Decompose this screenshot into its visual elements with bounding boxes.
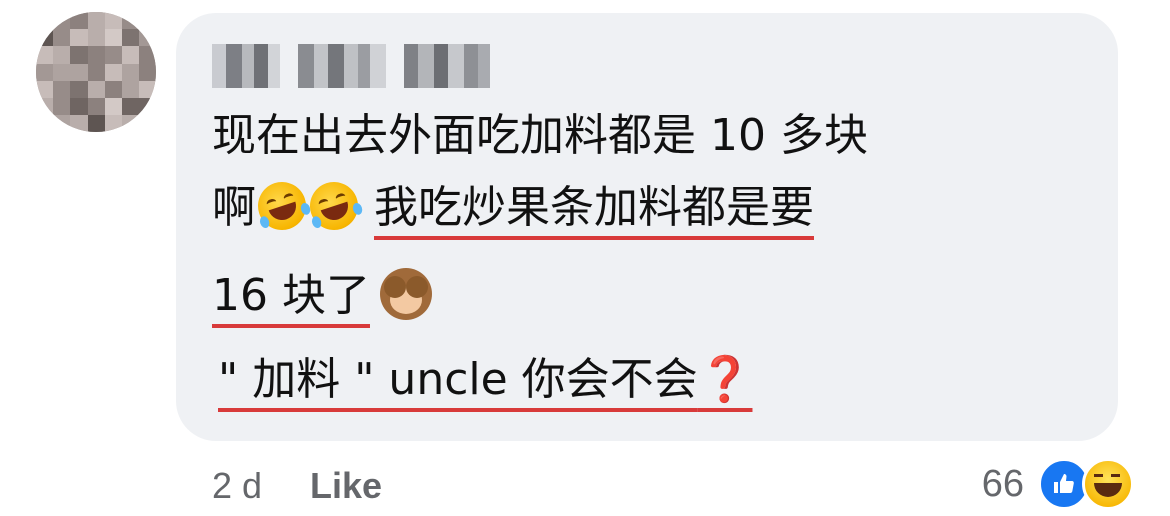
avatar-pixel (122, 98, 140, 116)
comment-line-2: 啊 我吃炒果条加料都是要 (212, 175, 814, 237)
avatar-pixel (122, 46, 140, 64)
avatar-pixel (139, 115, 156, 132)
avatar-pixel (87, 98, 105, 116)
comment-actions: 2 d Like (212, 465, 382, 507)
avatar[interactable] (36, 12, 156, 132)
avatar-pixel (53, 115, 71, 132)
avatar-pixel (122, 80, 140, 98)
blurred-name-part (404, 44, 490, 88)
avatar-pixel (104, 12, 122, 30)
avatar-pixel (139, 80, 156, 98)
author-name[interactable] (212, 44, 490, 88)
avatar-pixel (70, 46, 88, 64)
avatar-pixel (122, 12, 140, 30)
avatar-pixel (53, 46, 71, 64)
comment-text: 啊 (212, 182, 256, 233)
avatar-pixel (122, 63, 140, 81)
avatar-pixel (104, 46, 122, 64)
avatar-pixel (87, 29, 105, 47)
avatar-pixel (36, 46, 54, 64)
avatar-pixel (122, 115, 140, 132)
avatar-pixel (53, 29, 71, 47)
comment-line-3: 16 块了 (212, 268, 432, 324)
avatar-pixel (87, 80, 105, 98)
avatar-pixel (70, 98, 88, 116)
see-no-evil-monkey-icon (379, 268, 432, 320)
avatar-pixel (104, 80, 122, 98)
avatar-pixel (87, 63, 105, 81)
rolling-on-floor-laughing-icon (303, 175, 365, 237)
underlined-text: 我吃炒果条加料都是要 (374, 182, 814, 233)
blurred-name-part (212, 44, 280, 88)
avatar-pixel (70, 115, 88, 132)
avatar-pixel (70, 29, 88, 47)
avatar-pixel (104, 29, 122, 47)
reaction-count: 66 (981, 462, 1024, 505)
avatar-pixel (36, 12, 54, 30)
timestamp[interactable]: 2 d (212, 465, 262, 506)
rolling-on-floor-laughing-icon (251, 175, 313, 237)
avatar-pixel (36, 63, 54, 81)
comment-text: 现在出去外面吃加料都是 10 多块 (212, 110, 868, 161)
avatar-pixel (36, 115, 54, 132)
avatar-pixel (139, 63, 156, 81)
underlined-text: 16 块了 (212, 270, 370, 321)
avatar-pixel (139, 98, 156, 116)
avatar-pixel (139, 46, 156, 64)
comment-line-1: 现在出去外面吃加料都是 10 多块 (212, 108, 868, 164)
avatar-pixel (70, 63, 88, 81)
question-mark-icon: ❓ (697, 354, 753, 405)
avatar-pixel (87, 46, 105, 64)
underlined-text: " 加料 " uncle 你会不会❓ (218, 354, 753, 405)
avatar-pixel (104, 63, 122, 81)
avatar-pixel (53, 98, 71, 116)
avatar-pixel (87, 12, 105, 30)
avatar-pixel (87, 115, 105, 132)
avatar-pixel (122, 29, 140, 47)
comment-line-4: " 加料 " uncle 你会不会❓ (218, 352, 752, 408)
avatar-pixel (53, 80, 71, 98)
blurred-name-part (298, 44, 386, 88)
avatar-pixel (104, 115, 122, 132)
avatar-pixel (70, 12, 88, 30)
avatar-pixel (139, 12, 156, 30)
avatar-pixel (53, 12, 71, 30)
avatar-pixel (139, 29, 156, 47)
avatar-pixel (70, 80, 88, 98)
like-button[interactable]: Like (310, 465, 382, 506)
haha-icon (1082, 458, 1134, 510)
avatar-pixel (36, 80, 54, 98)
avatar-pixel (36, 98, 54, 116)
reactions-summary[interactable]: 66 (982, 458, 1134, 510)
avatar-pixel (104, 98, 122, 116)
avatar-pixel (36, 29, 54, 47)
avatar-pixel (53, 63, 71, 81)
